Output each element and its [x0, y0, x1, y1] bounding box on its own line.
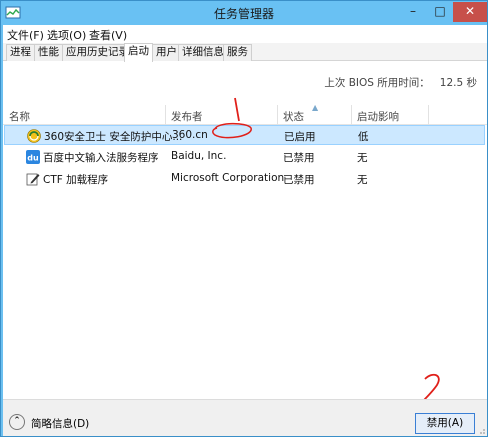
column-divider[interactable]: [165, 105, 166, 125]
table-row[interactable]: 360安全卫士 安全防护中心... 360.cn 已启用 低: [4, 125, 485, 145]
footer-bar: ⌃ 简略信息(D) 禁用(A): [3, 399, 487, 436]
row-publisher: Microsoft Corporation: [171, 172, 285, 184]
column-name[interactable]: 名称: [9, 109, 30, 124]
title-bar[interactable]: 任务管理器 – □ ✕: [1, 1, 487, 25]
tab-performance[interactable]: 性能: [34, 44, 63, 61]
column-impact[interactable]: 启动影响: [357, 109, 399, 124]
column-divider[interactable]: [428, 105, 429, 125]
menu-file[interactable]: 文件(F): [7, 27, 44, 43]
menu-bar: 文件(F) 选项(O) 查看(V): [3, 25, 487, 43]
disable-button[interactable]: 禁用(A): [415, 413, 475, 434]
column-divider[interactable]: [277, 105, 278, 125]
tab-details[interactable]: 详细信息: [178, 44, 228, 61]
task-manager-window: 任务管理器 – □ ✕ 文件(F) 选项(O) 查看(V) 进程 性能 应用历史…: [0, 0, 488, 437]
chevron-up-icon[interactable]: ⌃: [9, 414, 25, 430]
table-header: 名称 发布者 ▲ 状态 启动影响: [3, 103, 487, 125]
tab-app-history[interactable]: 应用历史记录: [62, 44, 133, 61]
row-name: 百度中文输入法服务程序: [43, 152, 159, 164]
table-row[interactable]: du 百度中文输入法服务程序 Baidu, Inc. 已禁用 无: [4, 147, 485, 167]
client-area: 文件(F) 选项(O) 查看(V) 进程 性能 应用历史记录 启动 用户 详细信…: [3, 25, 487, 436]
annotation-mark-2: [420, 373, 444, 403]
tab-processes[interactable]: 进程: [6, 44, 35, 61]
row-status: 已禁用: [283, 174, 315, 186]
column-divider[interactable]: [351, 105, 352, 125]
row-publisher: Baidu, Inc.: [171, 150, 227, 162]
ctf-pen-icon: [26, 173, 40, 186]
menu-view[interactable]: 查看(V): [89, 27, 127, 43]
column-status[interactable]: 状态: [283, 109, 304, 124]
tab-startup[interactable]: 启动: [124, 43, 153, 62]
baidu-du-icon: du: [26, 150, 40, 164]
table-row[interactable]: CTF 加载程序 Microsoft Corporation 已禁用 无: [4, 169, 485, 189]
row-impact: 无: [357, 174, 368, 186]
svg-text:du: du: [27, 154, 39, 163]
row-name: CTF 加载程序: [43, 174, 109, 186]
row-status: 已启用: [284, 131, 316, 143]
column-publisher[interactable]: 发布者: [171, 109, 203, 124]
fewer-details-link[interactable]: 简略信息(D): [31, 416, 89, 431]
bios-time-value: 12.5 秒: [439, 77, 477, 89]
tab-services[interactable]: 服务: [223, 44, 252, 61]
resize-grip-icon[interactable]: [476, 425, 486, 435]
360-safeguard-icon: [27, 129, 41, 143]
row-impact: 无: [357, 152, 368, 164]
close-button[interactable]: ✕: [453, 2, 487, 22]
bios-time-label: 上次 BIOS 所用时间：: [324, 77, 430, 89]
minimize-button[interactable]: –: [400, 2, 426, 22]
bios-time: 上次 BIOS 所用时间： 12.5 秒: [324, 75, 477, 90]
row-publisher: 360.cn: [172, 129, 208, 141]
row-impact: 低: [358, 131, 369, 143]
maximize-button[interactable]: □: [427, 2, 453, 22]
tab-users[interactable]: 用户: [152, 44, 181, 61]
row-name: 360安全卫士 安全防护中心...: [44, 131, 183, 143]
menu-options[interactable]: 选项(O): [47, 27, 86, 43]
sort-ascending-icon: ▲: [312, 103, 319, 112]
row-status: 已禁用: [283, 152, 315, 164]
tab-bar: 进程 性能 应用历史记录 启动 用户 详细信息 服务: [3, 43, 487, 62]
